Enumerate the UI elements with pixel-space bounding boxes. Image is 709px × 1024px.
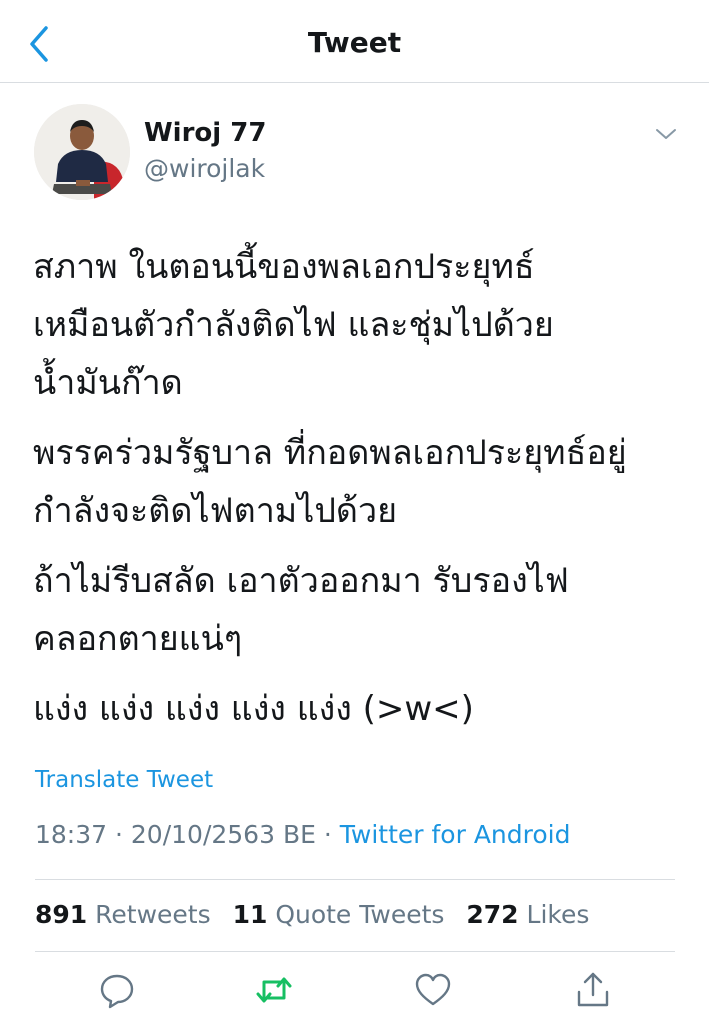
tweet-paragraph: ถ้าไม่รีบสลัด เอาตัวออกมา รับรองไฟคลอกตา… <box>33 552 683 668</box>
author-handle[interactable]: @wirojlak <box>144 154 265 183</box>
likes-stat[interactable]: 272 Likes <box>466 900 589 929</box>
tweet-paragraph: แง่ง แง่ง แง่ง แง่ง แง่ง (>w<) <box>33 680 683 738</box>
tweet-stats: 891 Retweets 11 Quote Tweets 272 Likes <box>35 900 603 929</box>
tweet-line: ถ้าไม่รีบสลัด เอาตัวออกมา รับรองไฟ <box>33 561 569 601</box>
tweet-line: กำลังจะติดไฟตามไปด้วย <box>33 491 397 531</box>
retweet-button[interactable] <box>254 970 294 1010</box>
tweet-line: สภาพ ในตอนนี้ของพลเอกประยุทธ์ <box>33 247 535 287</box>
avatar[interactable] <box>34 104 130 200</box>
meta-separator: · <box>115 820 123 849</box>
tweet-line: พรรคร่วมรัฐบาล ที่กอดพลเอกประยุทธ์อยู่ <box>33 433 627 473</box>
tweet-menu-button[interactable] <box>650 122 682 146</box>
tweet-meta: 18:37 · 20/10/2563 BE · Twitter for Andr… <box>35 820 570 849</box>
tweet-text: สภาพ ในตอนนี้ของพลเอกประยุทธ์เหมือนตัวกำ… <box>33 238 683 750</box>
like-icon <box>415 973 451 1006</box>
reply-icon <box>100 974 134 1009</box>
quote-tweets-label: Quote Tweets <box>275 900 445 929</box>
like-button[interactable] <box>413 970 453 1010</box>
share-button[interactable] <box>573 970 613 1010</box>
quote-tweets-count: 11 <box>232 900 268 929</box>
page-title: Tweet <box>307 26 402 59</box>
tweet-paragraph: สภาพ ในตอนนี้ของพลเอกประยุทธ์เหมือนตัวกำ… <box>33 238 683 412</box>
translate-tweet-link[interactable]: Translate Tweet <box>35 767 213 793</box>
quote-tweets-stat[interactable]: 11 Quote Tweets <box>233 900 445 929</box>
chevron-down-icon <box>656 129 676 139</box>
tweet-line: น้ำมันก๊าด <box>33 363 183 403</box>
retweets-label: Retweets <box>95 900 211 929</box>
share-icon <box>577 972 609 1007</box>
likes-count: 272 <box>466 900 519 929</box>
tweet-source-link[interactable]: Twitter for Android <box>340 820 571 849</box>
tweet-time: 18:37 <box>35 820 108 849</box>
retweet-icon <box>256 977 292 1003</box>
meta-separator: · <box>323 820 332 849</box>
likes-label: Likes <box>526 900 590 929</box>
reply-button[interactable] <box>97 970 137 1010</box>
divider <box>35 879 675 880</box>
tweet-line: เหมือนตัวกำลังติดไฟ และชุ่มไปด้วย <box>33 305 554 345</box>
author-name[interactable]: Wiroj 77 <box>144 118 266 148</box>
tweet-date: 20/10/2563 BE <box>130 820 316 849</box>
divider <box>35 951 675 952</box>
tweet-line: คลอกตายแน่ๆ <box>33 619 243 659</box>
top-nav-bar: Tweet <box>0 0 709 83</box>
tweet-line: แง่ง แง่ง แง่ง แง่ง แง่ง (>w<) <box>33 689 474 729</box>
avatar-image <box>34 104 130 200</box>
tweet-paragraph: พรรคร่วมรัฐบาล ที่กอดพลเอกประยุทธ์อยู่กำ… <box>33 424 683 540</box>
retweets-stat[interactable]: 891 Retweets <box>35 900 211 929</box>
retweets-count: 891 <box>35 900 88 929</box>
